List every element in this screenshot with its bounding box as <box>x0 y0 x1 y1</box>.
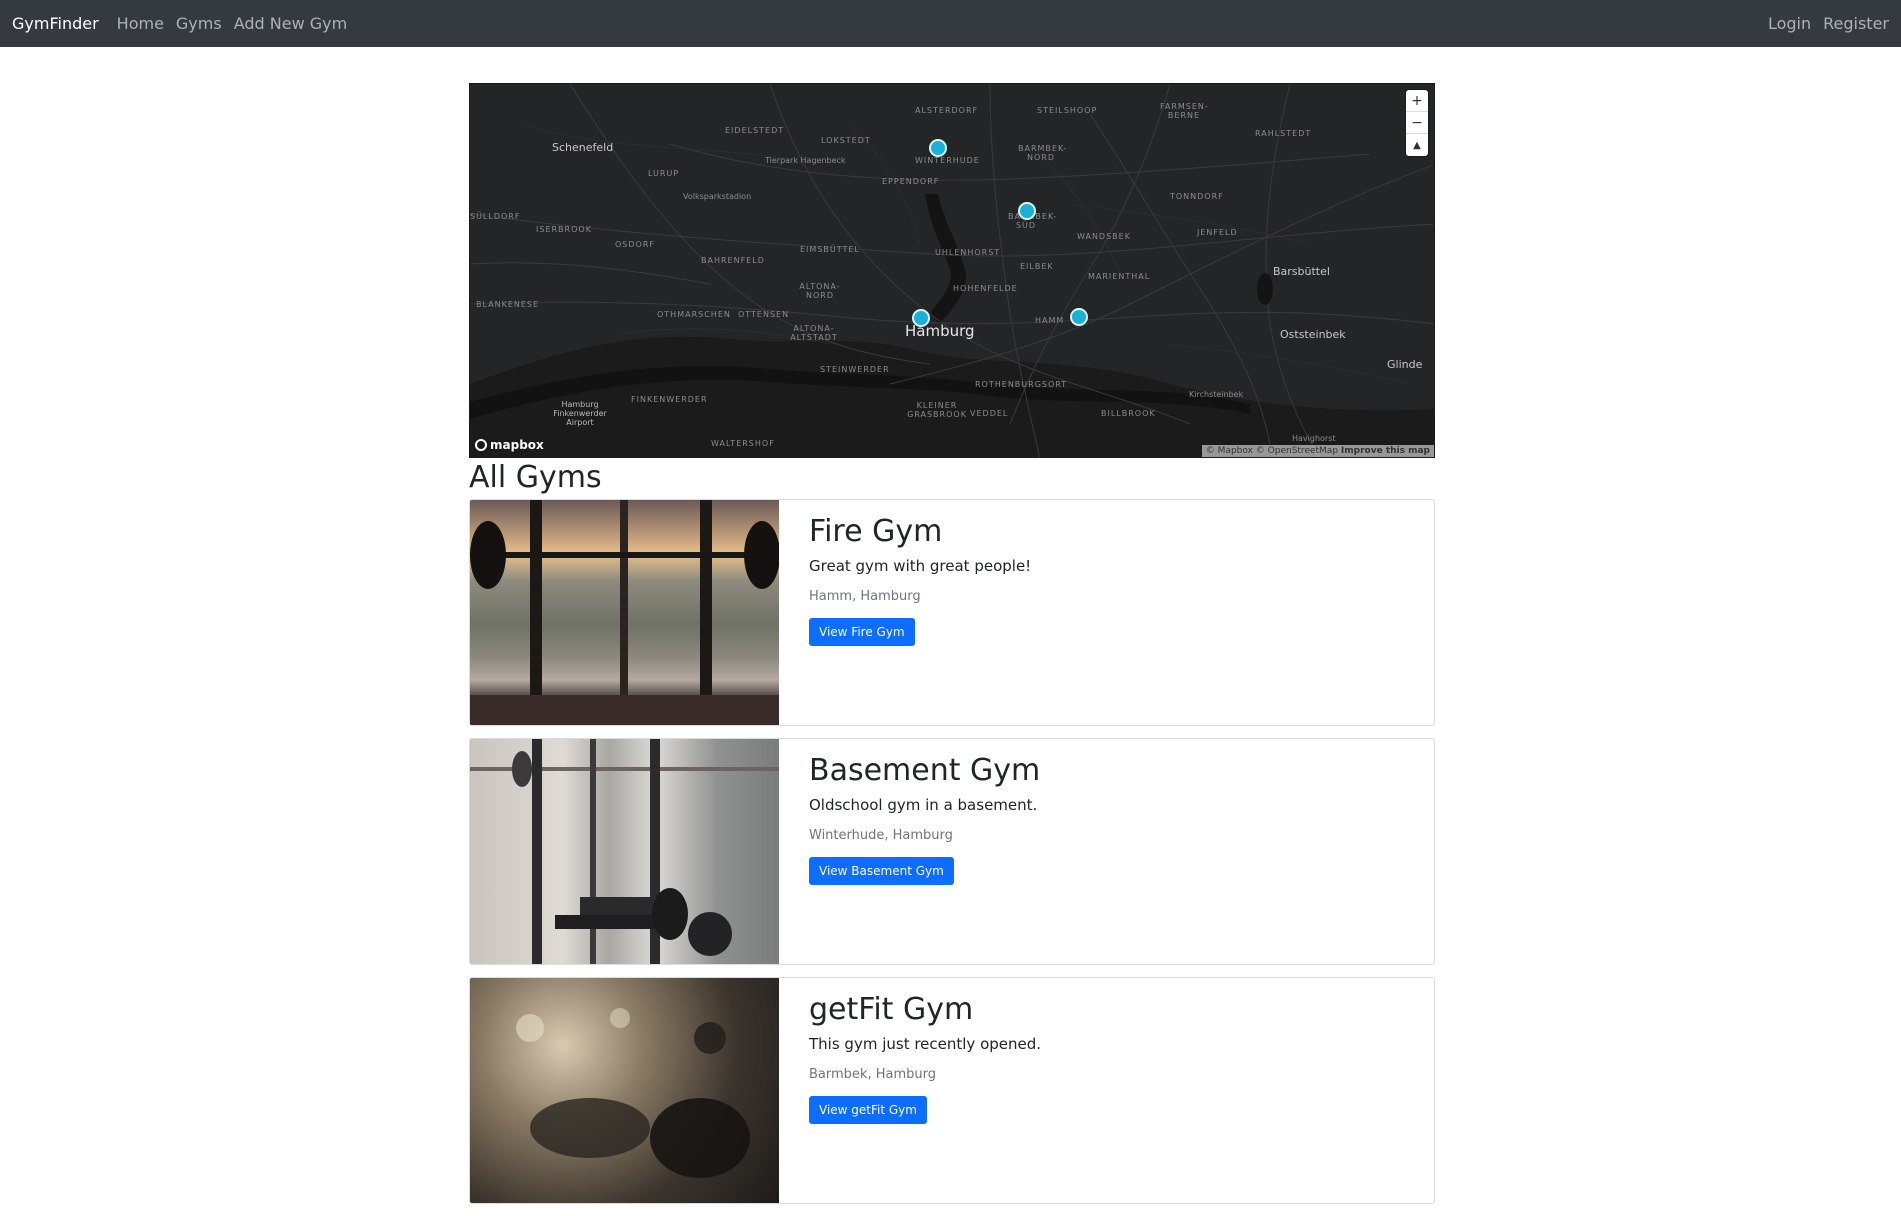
map-label-eilbek: EILBEK <box>1020 262 1054 271</box>
map-label-eidelstedt: EIDELSTEDT <box>725 126 785 135</box>
map-label-airport: Hamburg Finkenwerder Airport <box>553 400 607 427</box>
map-marker-hamburg[interactable] <box>912 309 930 327</box>
view-gym-button[interactable]: View Basement Gym <box>809 857 954 885</box>
map-label-barsbuttel: Barsbüttel <box>1273 265 1330 278</box>
map-zoom-controls: + − ▲ <box>1406 90 1428 156</box>
map-label-lurup: LURUP <box>648 169 680 178</box>
getfit-gym-image-art <box>516 1008 750 1178</box>
map-label-steilshoop: STEILSHOOP <box>1037 106 1098 115</box>
map-label-havighorst: Havighorst <box>1292 434 1336 443</box>
gym-title: Basement Gym <box>809 753 1041 788</box>
map-label-sulldorf: SÜLLDORF <box>470 212 521 221</box>
main-container: Schenefeld EIDELSTEDT LOKSTEDT ALSTERDOR… <box>469 83 1435 1216</box>
mapbox-logo-icon <box>475 439 487 451</box>
map-label-ottensen: OTTENSEN <box>738 310 790 319</box>
gym-image <box>470 500 779 725</box>
map-label-steinwerder: STEINWERDER <box>820 365 890 374</box>
map-label-hohenfelde: HOHENFELDE <box>953 284 1018 293</box>
map-label-altona-altstadt: ALTONA-ALTSTADT <box>790 324 838 342</box>
gym-location: Hamm, Hamburg <box>809 589 921 604</box>
cluster-map[interactable]: Schenefeld EIDELSTEDT LOKSTEDT ALSTERDOR… <box>469 83 1435 458</box>
map-marker-hamm[interactable] <box>1070 308 1088 326</box>
map-label-osdorf: OSDORF <box>615 240 655 249</box>
gym-card: Fire Gym Great gym with great people! Ha… <box>469 499 1435 726</box>
map-label-eppendorf: EPPENDORF <box>882 177 940 186</box>
map-label-eimsbuttel: EIMSBÜTTEL <box>800 245 860 254</box>
map-label-marienthal: MARIENTHAL <box>1088 272 1151 281</box>
gym-description: Oldschool gym in a basement. <box>809 796 1038 814</box>
gym-card-body: Basement Gym Oldschool gym in a basement… <box>779 739 1070 964</box>
gym-title: Fire Gym <box>809 514 943 549</box>
improve-map-link[interactable]: Improve this map <box>1341 446 1430 456</box>
map-label-finkenwerder: FINKENWERDER <box>631 395 708 404</box>
map-label-tierpark: Tierpark Hagenbeck <box>765 156 846 165</box>
map-label-wandsbek: WANDSBEK <box>1077 232 1131 241</box>
map-label-winterhude: WINTERHUDE <box>915 156 980 165</box>
map-marker-winterhude[interactable] <box>929 139 947 157</box>
gym-card: Basement Gym Oldschool gym in a basement… <box>469 738 1435 965</box>
map-label-rahlstedt: RAHLSTEDT <box>1255 129 1312 138</box>
mapbox-logo[interactable]: mapbox <box>475 438 544 452</box>
view-gym-button[interactable]: View getFit Gym <box>809 1096 927 1124</box>
gym-title: getFit Gym <box>809 992 974 1027</box>
map-label-tonndorf: TONNDORF <box>1170 192 1224 201</box>
nav-add-gym-link[interactable]: Add New Gym <box>234 14 348 33</box>
map-label-iserbrook: ISERBROOK <box>536 225 592 234</box>
fire-gym-image-art <box>470 500 779 725</box>
gym-card-body: Fire Gym Great gym with great people! Ha… <box>779 500 1061 725</box>
map-label-barmbek-nord: BARMBEK-NORD <box>1018 144 1068 162</box>
attribution-text[interactable]: © Mapbox © OpenStreetMap <box>1206 446 1338 456</box>
zoom-in-button[interactable]: + <box>1406 90 1428 112</box>
nav-auth-links: Login Register <box>1756 14 1889 33</box>
map-attribution: © Mapbox © OpenStreetMap Improve this ma… <box>1201 445 1434 457</box>
map-label-billbrook: BILLBROOK <box>1101 409 1156 418</box>
map-label-schenefeld: Schenefeld <box>552 141 614 154</box>
zoom-out-button[interactable]: − <box>1406 112 1428 134</box>
view-gym-button[interactable]: View Fire Gym <box>809 618 915 646</box>
map-label-farmsen: FARMSEN-BERNE <box>1160 102 1209 120</box>
map-label-volkspark: Volksparkstadion <box>683 192 752 201</box>
map-label-waltershof: WALTERSHOF <box>711 439 775 448</box>
brand-link[interactable]: GymFinder <box>12 14 99 33</box>
nav-home-link[interactable]: Home <box>117 14 164 33</box>
navbar: GymFinder Home Gyms Add New Gym Login Re… <box>0 0 1901 47</box>
map-marker-barmbek[interactable] <box>1018 202 1036 220</box>
gym-description: Great gym with great people! <box>809 557 1032 575</box>
gym-location: Winterhude, Hamburg <box>809 828 953 843</box>
nav-login-link[interactable]: Login <box>1768 14 1811 33</box>
gym-description: This gym just recently opened. <box>809 1035 1042 1053</box>
map-label-othmarschen: OTHMARSCHEN <box>657 310 731 319</box>
map-label-altona-nord: ALTONA-NORD <box>799 282 841 300</box>
map-label-hamm: HAMM <box>1035 316 1065 325</box>
map-label-uhlenhorst: UHLENHORST <box>935 248 1001 257</box>
map-label-rothenburgsort: ROTHENBURGSORT <box>975 380 1068 389</box>
mapbox-logo-text: mapbox <box>490 438 544 452</box>
map-label-kirchsteinbek: Kirchsteinbek <box>1189 390 1244 399</box>
nav-register-link[interactable]: Register <box>1823 14 1889 33</box>
gym-card: getFit Gym This gym just recently opened… <box>469 977 1435 1204</box>
basement-gym-image-art <box>470 739 779 964</box>
gym-image <box>470 978 779 1203</box>
map-label-glinde: Glinde <box>1387 358 1423 371</box>
map-label-veddel: VEDDEL <box>970 409 1009 418</box>
gym-image <box>470 739 779 964</box>
nav-gyms-link[interactable]: Gyms <box>176 14 222 33</box>
compass-button[interactable]: ▲ <box>1406 134 1428 156</box>
map-label-blankenese: BLANKENESE <box>476 300 540 309</box>
map-label-lokstedt: LOKSTEDT <box>821 136 871 145</box>
gym-card-body: getFit Gym This gym just recently opened… <box>779 978 1071 1203</box>
map-label-bahrenfeld: BAHRENFELD <box>701 256 765 265</box>
map-label-kleiner-grasbrook: KLEINER GRASBROOK <box>907 401 967 419</box>
map-label-jenfeld: JENFELD <box>1197 228 1238 237</box>
gym-location: Barmbek, Hamburg <box>809 1067 936 1082</box>
page-title: All Gyms <box>469 460 602 495</box>
map-label-oststeinbek: Oststeinbek <box>1280 328 1346 341</box>
map-label-alsterdorf: ALSTERDORF <box>915 106 979 115</box>
